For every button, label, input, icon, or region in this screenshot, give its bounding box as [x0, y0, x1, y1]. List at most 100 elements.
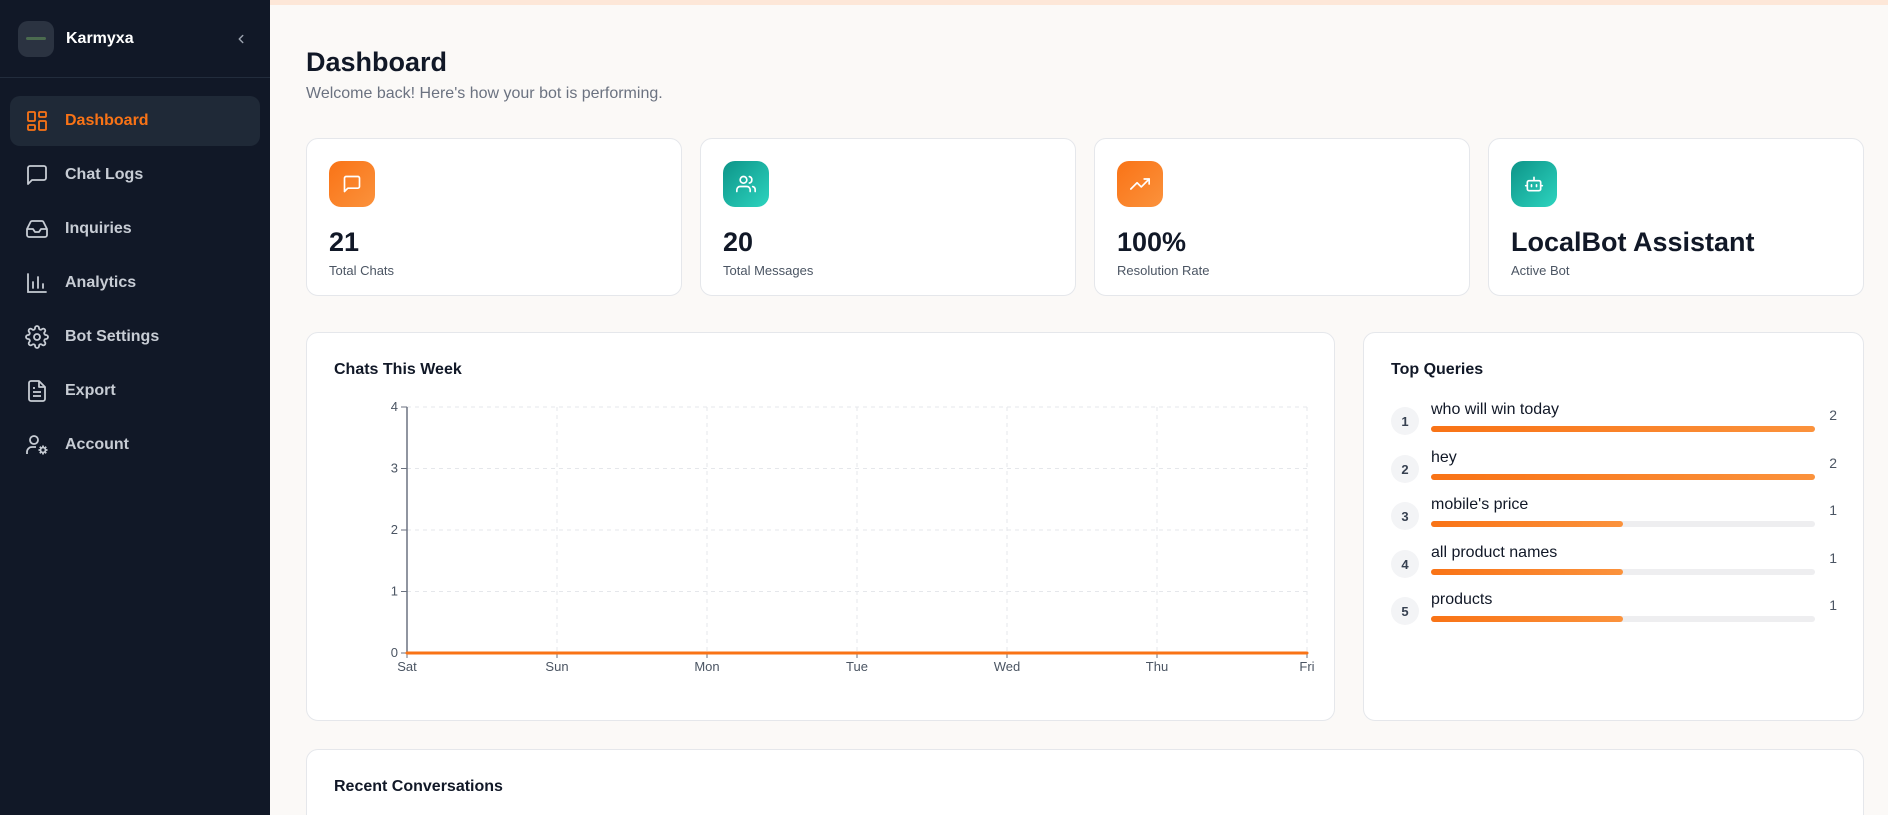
- query-rank: 5: [1391, 597, 1419, 625]
- query-bar-track: [1431, 474, 1815, 480]
- sidebar-nav: Dashboard Chat Logs Inquiries Analytics …: [0, 78, 270, 470]
- sidebar-item-export[interactable]: Export: [10, 366, 260, 416]
- y-tick-label: 2: [391, 522, 398, 537]
- data-point: [1005, 651, 1009, 655]
- data-point: [705, 651, 709, 655]
- sidebar-item-account[interactable]: Account: [10, 420, 260, 470]
- query-row[interactable]: 3 mobile's price 1: [1391, 496, 1837, 540]
- sidebar-item-label: Analytics: [65, 274, 137, 291]
- x-tick-label: Wed: [994, 659, 1021, 674]
- query-bar-fill: [1431, 474, 1815, 480]
- chevron-left-icon: [238, 34, 244, 43]
- query-bar-fill: [1431, 569, 1623, 575]
- query-count: 1: [1829, 597, 1837, 613]
- query-bar-fill: [1431, 616, 1623, 622]
- top-queries-panel: Top Queries 1 who will win today 2 2 hey…: [1363, 332, 1864, 721]
- message-square-icon: [329, 161, 375, 207]
- sidebar-item-analytics[interactable]: Analytics: [10, 258, 260, 308]
- sidebar-item-label: Account: [65, 436, 129, 453]
- query-row[interactable]: 5 products 1: [1391, 591, 1837, 635]
- stat-card-resolution-rate: 100% Resolution Rate: [1094, 138, 1470, 296]
- query-count: 2: [1829, 455, 1837, 471]
- stat-label: Active Bot: [1511, 263, 1570, 278]
- query-bar-fill: [1431, 521, 1623, 527]
- query-bar-track: [1431, 521, 1815, 527]
- query-text: hey: [1431, 449, 1457, 466]
- y-tick-label: 1: [391, 584, 398, 599]
- stat-label: Total Messages: [723, 263, 814, 278]
- x-tick-label: Sat: [397, 659, 417, 674]
- user-settings-icon: [24, 432, 50, 458]
- query-count: 2: [1829, 407, 1837, 423]
- gear-icon: [24, 324, 50, 350]
- bar-chart-icon: [24, 270, 50, 296]
- sidebar-item-chat-logs[interactable]: Chat Logs: [10, 150, 260, 200]
- query-rank: 1: [1391, 407, 1419, 435]
- inbox-icon: [24, 216, 50, 242]
- sidebar-item-dashboard[interactable]: Dashboard: [10, 96, 260, 146]
- users-icon: [723, 161, 769, 207]
- query-row[interactable]: 1 who will win today 2: [1391, 401, 1837, 445]
- x-tick-label: Fri: [1299, 659, 1314, 674]
- sidebar-item-inquiries[interactable]: Inquiries: [10, 204, 260, 254]
- query-rank: 2: [1391, 455, 1419, 483]
- trending-up-icon: [1117, 161, 1163, 207]
- brand-logo: [18, 20, 54, 57]
- bot-icon: [1511, 161, 1557, 207]
- sidebar-item-label: Bot Settings: [65, 328, 160, 345]
- top-queries-title: Top Queries: [1391, 361, 1484, 378]
- data-point: [555, 651, 559, 655]
- sidebar: Karmyxa Dashboard Chat Logs Inquiries An…: [0, 0, 270, 815]
- query-row[interactable]: 4 all product names 1: [1391, 544, 1837, 588]
- query-rank: 4: [1391, 550, 1419, 578]
- sidebar-item-label: Dashboard: [65, 112, 149, 129]
- data-point: [1305, 651, 1309, 655]
- x-tick-label: Sun: [545, 659, 568, 674]
- stat-card-active-bot: LocalBot Assistant Active Bot: [1488, 138, 1864, 296]
- page-title: Dashboard: [306, 47, 448, 77]
- query-text: mobile's price: [1431, 496, 1529, 513]
- query-count: 1: [1829, 550, 1837, 566]
- query-text: products: [1431, 591, 1493, 608]
- stat-label: Resolution Rate: [1117, 263, 1210, 278]
- x-tick-label: Thu: [1146, 659, 1168, 674]
- sidebar-item-label: Chat Logs: [65, 166, 144, 183]
- query-bar-fill: [1431, 426, 1815, 432]
- stat-value: 21: [329, 227, 360, 257]
- stat-card-total-chats: 21 Total Chats: [306, 138, 682, 296]
- brand-header: Karmyxa: [0, 0, 270, 78]
- query-bar-track: [1431, 569, 1815, 575]
- dashboard-icon: [24, 108, 50, 134]
- page-subtitle: Welcome back! Here's how your bot is per…: [306, 85, 663, 102]
- query-text: who will win today: [1431, 401, 1560, 418]
- sidebar-item-bot-settings[interactable]: Bot Settings: [10, 312, 260, 362]
- file-text-icon: [24, 378, 50, 404]
- stat-card-total-messages: 20 Total Messages: [700, 138, 1076, 296]
- stat-value: 20: [723, 227, 754, 257]
- stat-value: LocalBot Assistant: [1511, 227, 1755, 257]
- query-count: 1: [1829, 502, 1837, 518]
- query-text: all product names: [1431, 544, 1558, 561]
- line-chart: 0 1 2 3 4 Sat Sun Mon Tue Wed Thu Fri: [391, 399, 1315, 674]
- sidebar-item-label: Export: [65, 382, 116, 399]
- y-tick-label: 4: [391, 399, 398, 414]
- recent-conversations-panel: Recent Conversations: [306, 749, 1864, 815]
- data-point: [855, 651, 859, 655]
- query-row[interactable]: 2 hey 2: [1391, 449, 1837, 493]
- stat-label: Total Chats: [329, 263, 395, 278]
- sidebar-item-label: Inquiries: [65, 220, 132, 237]
- brand-name: Karmyxa: [66, 29, 134, 47]
- query-rank: 3: [1391, 502, 1419, 530]
- x-tick-label: Tue: [846, 659, 868, 674]
- query-bar-track: [1431, 616, 1815, 622]
- data-point: [1155, 651, 1159, 655]
- stat-value: 100%: [1117, 227, 1187, 257]
- main-content: Dashboard Welcome back! Here's how your …: [270, 0, 1888, 815]
- message-square-icon: [24, 162, 50, 188]
- x-tick-label: Mon: [694, 659, 719, 674]
- y-tick-label: 0: [391, 645, 398, 660]
- y-tick-label: 3: [391, 461, 398, 476]
- collapse-sidebar-button[interactable]: [230, 28, 252, 50]
- chart-panel: Chats This Week 0 1 2 3 4 Sat Sun Mon Tue Wed Thu F…: [306, 332, 1335, 721]
- data-point: [405, 651, 409, 655]
